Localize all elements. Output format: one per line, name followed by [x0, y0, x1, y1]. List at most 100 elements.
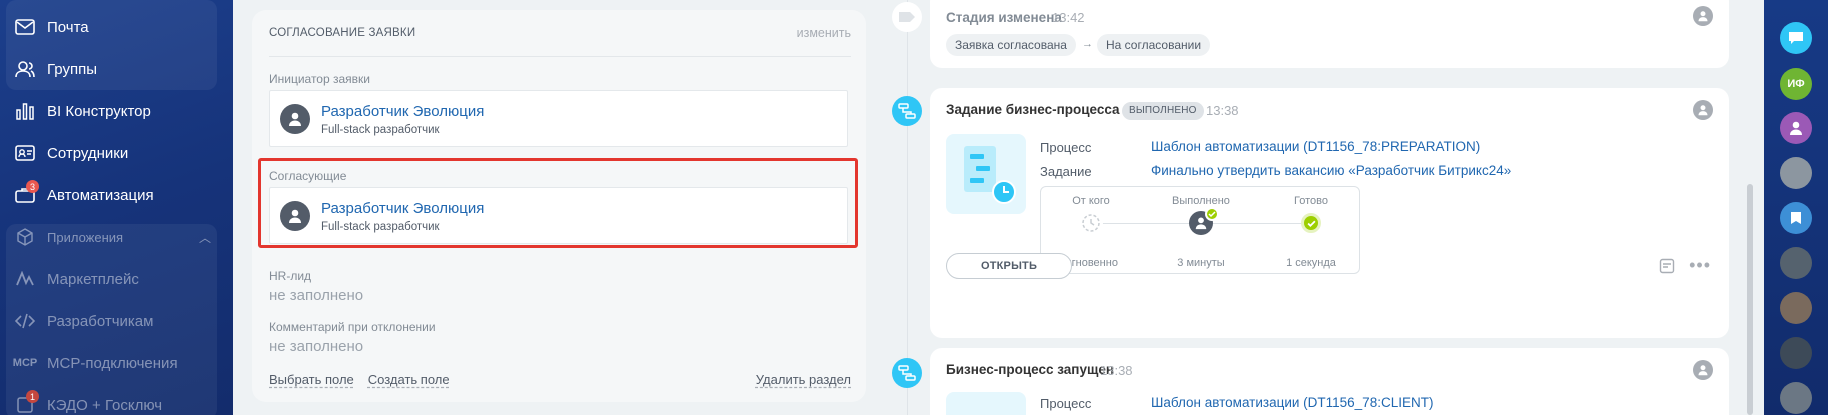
user-avatar-icon[interactable]	[1693, 360, 1713, 380]
card-title: Бизнес-процесс запущен	[946, 362, 1114, 377]
section-header: СОГЛАСОВАНИЕ ЗАЯВКИ изменить	[269, 10, 851, 57]
sidebar-item-employees[interactable]: Сотрудники	[0, 132, 233, 174]
more-options-icon[interactable]: •••	[1689, 255, 1711, 276]
card-title: Задание бизнес-процесса	[946, 102, 1120, 117]
contact-avatar[interactable]	[1780, 337, 1812, 369]
bp-start-marker	[892, 358, 922, 388]
create-field-link[interactable]: Создать поле	[368, 372, 450, 387]
step-duration: 3 минуты	[1177, 257, 1225, 269]
stage-change-card: Стадия изменена 13:42 Заявка согласована…	[930, 0, 1729, 68]
card-time: 13:38	[1100, 363, 1133, 378]
contact-avatar[interactable]	[1780, 382, 1812, 414]
bp-task-icon	[946, 134, 1026, 214]
sidebar-item-label: Сотрудники	[47, 144, 129, 162]
sidebar-item-bi[interactable]: BI Конструктор	[0, 90, 233, 132]
bp-task-card: Задание бизнес-процесса ВЫПОЛНЕНО 13:38 …	[930, 88, 1729, 338]
chat-icon[interactable]	[1780, 22, 1812, 54]
step-from: От кого мгновенно	[1041, 195, 1141, 269]
reject-comment-value: не заполнено	[269, 338, 364, 355]
process-key: Процесс	[1040, 140, 1092, 155]
process-key: Процесс	[1040, 396, 1092, 411]
contact-avatar-initials[interactable]: ИФ	[1780, 68, 1812, 100]
employees-icon	[14, 142, 36, 164]
step-label: Готово	[1294, 195, 1328, 207]
step-label: Выполнено	[1172, 195, 1230, 207]
initiator-user[interactable]: Разработчик Эволюция Full-stack разработ…	[269, 90, 848, 147]
highlight-frame	[258, 158, 858, 248]
sidebar-item-groups[interactable]: Группы	[0, 48, 233, 90]
bp-start-icon	[946, 392, 1026, 415]
sidebar-item-label: Маркетплейс	[47, 270, 139, 288]
step-label: От кого	[1072, 195, 1110, 207]
contact-avatar[interactable]	[1780, 247, 1812, 279]
stage-to-chip: На согласовании	[1097, 34, 1211, 56]
check-icon	[1205, 207, 1219, 221]
card-time: 13:38	[1206, 103, 1239, 118]
chevron-up-icon[interactable]: ︿	[199, 229, 211, 246]
sidebar-item-label: Почта	[47, 18, 89, 36]
timeline-line	[907, 0, 908, 415]
section-title: СОГЛАСОВАНИЕ ЗАЯВКИ	[269, 27, 416, 39]
delete-section-link[interactable]: Удалить раздел	[756, 372, 851, 387]
sidebar-item-mcp[interactable]: MCP МСР-подключения	[0, 342, 233, 384]
code-icon	[14, 310, 36, 332]
scrollbar-thumb[interactable]	[1747, 184, 1753, 415]
user-avatar-icon[interactable]	[1693, 6, 1713, 26]
stage-from-chip: Заявка согласована	[946, 34, 1076, 56]
auto-clock-icon	[1079, 211, 1103, 235]
initiator-label: Инициатор заявки	[269, 72, 370, 86]
step-ready: Готово 1 секунда	[1261, 195, 1361, 269]
mcp-icon: MCP	[12, 357, 38, 369]
contact-avatar[interactable]	[1780, 112, 1812, 144]
bp-start-card: Бизнес-процесс запущен 13:38 Процесс Шаб…	[930, 348, 1729, 415]
bp-task-marker	[892, 96, 922, 126]
sidebar-item-developers[interactable]: Разработчикам	[0, 300, 233, 342]
sidebar-item-kedo[interactable]: 1 КЭДО + Госключ	[0, 384, 233, 415]
section-footer-links: Выбрать поле Создать поле Удалить раздел	[269, 372, 851, 387]
mail-icon	[14, 16, 36, 38]
hr-lead-label: HR-лид	[269, 269, 312, 283]
apps-cube-icon	[14, 226, 36, 248]
edit-section-link[interactable]: изменить	[797, 26, 851, 40]
sidebar-item-label: КЭДО + Госключ	[47, 396, 163, 414]
process-link[interactable]: Шаблон автоматизации (DT1156_78:CLIENT)	[1151, 395, 1433, 410]
bookmark-icon[interactable]	[1780, 202, 1812, 234]
user-avatar-icon[interactable]	[1693, 100, 1713, 120]
reject-comment-label: Комментарий при отклонении	[269, 320, 436, 334]
contact-avatar[interactable]	[1780, 292, 1812, 324]
hr-lead-value: не заполнено	[269, 287, 364, 304]
right-messenger-bar: ИФ	[1764, 0, 1828, 415]
sidebar-item-label: Разработчикам	[47, 312, 154, 330]
sidebar-item-apps[interactable]: Приложения ︿	[0, 216, 233, 258]
note-icon[interactable]	[1659, 258, 1675, 274]
sidebar-item-automation[interactable]: 3 Автоматизация	[0, 174, 233, 216]
contact-avatar[interactable]	[1780, 157, 1812, 189]
task-link[interactable]: Финально утвердить вакансию «Разработчик…	[1151, 163, 1511, 178]
process-link[interactable]: Шаблон автоматизации (DT1156_78:PREPARAT…	[1151, 139, 1480, 154]
user-position: Full-stack разработчик	[321, 124, 440, 136]
sidebar-item-label: Автоматизация	[47, 186, 154, 204]
bi-chart-icon	[14, 100, 36, 122]
card-time: 13:42	[1052, 10, 1085, 25]
check-icon	[1301, 213, 1321, 233]
task-progress-steps: От кого мгновенно Выполнено 3 минуты Гот…	[1040, 186, 1360, 274]
user-name-link[interactable]: Разработчик Эволюция	[321, 103, 484, 120]
sidebar-item-marketplace[interactable]: Маркетплейс	[0, 258, 233, 300]
choose-field-link[interactable]: Выбрать поле	[269, 372, 354, 387]
notification-badge: 1	[26, 390, 39, 403]
open-task-button[interactable]: ОТКРЫТЬ	[946, 253, 1072, 279]
status-badge: ВЫПОЛНЕНО	[1122, 102, 1204, 120]
step-done: Выполнено 3 минуты	[1151, 195, 1251, 269]
left-sidebar: Почта Группы BI Конструктор Сотрудники 3…	[0, 0, 233, 415]
user-avatar-icon	[280, 104, 310, 134]
stage-change-marker	[892, 2, 922, 32]
step-duration: 1 секунда	[1286, 257, 1336, 269]
card-title: Стадия изменена	[946, 10, 1062, 25]
notification-badge: 3	[26, 180, 39, 193]
task-key: Задание	[1040, 164, 1092, 179]
sidebar-item-mail[interactable]: Почта	[0, 6, 233, 48]
sidebar-item-label: Группы	[47, 60, 97, 78]
sidebar-item-label: BI Конструктор	[47, 102, 151, 120]
arrow-right-icon: →	[1082, 38, 1093, 50]
sidebar-item-label: МСР-подключения	[47, 354, 178, 372]
